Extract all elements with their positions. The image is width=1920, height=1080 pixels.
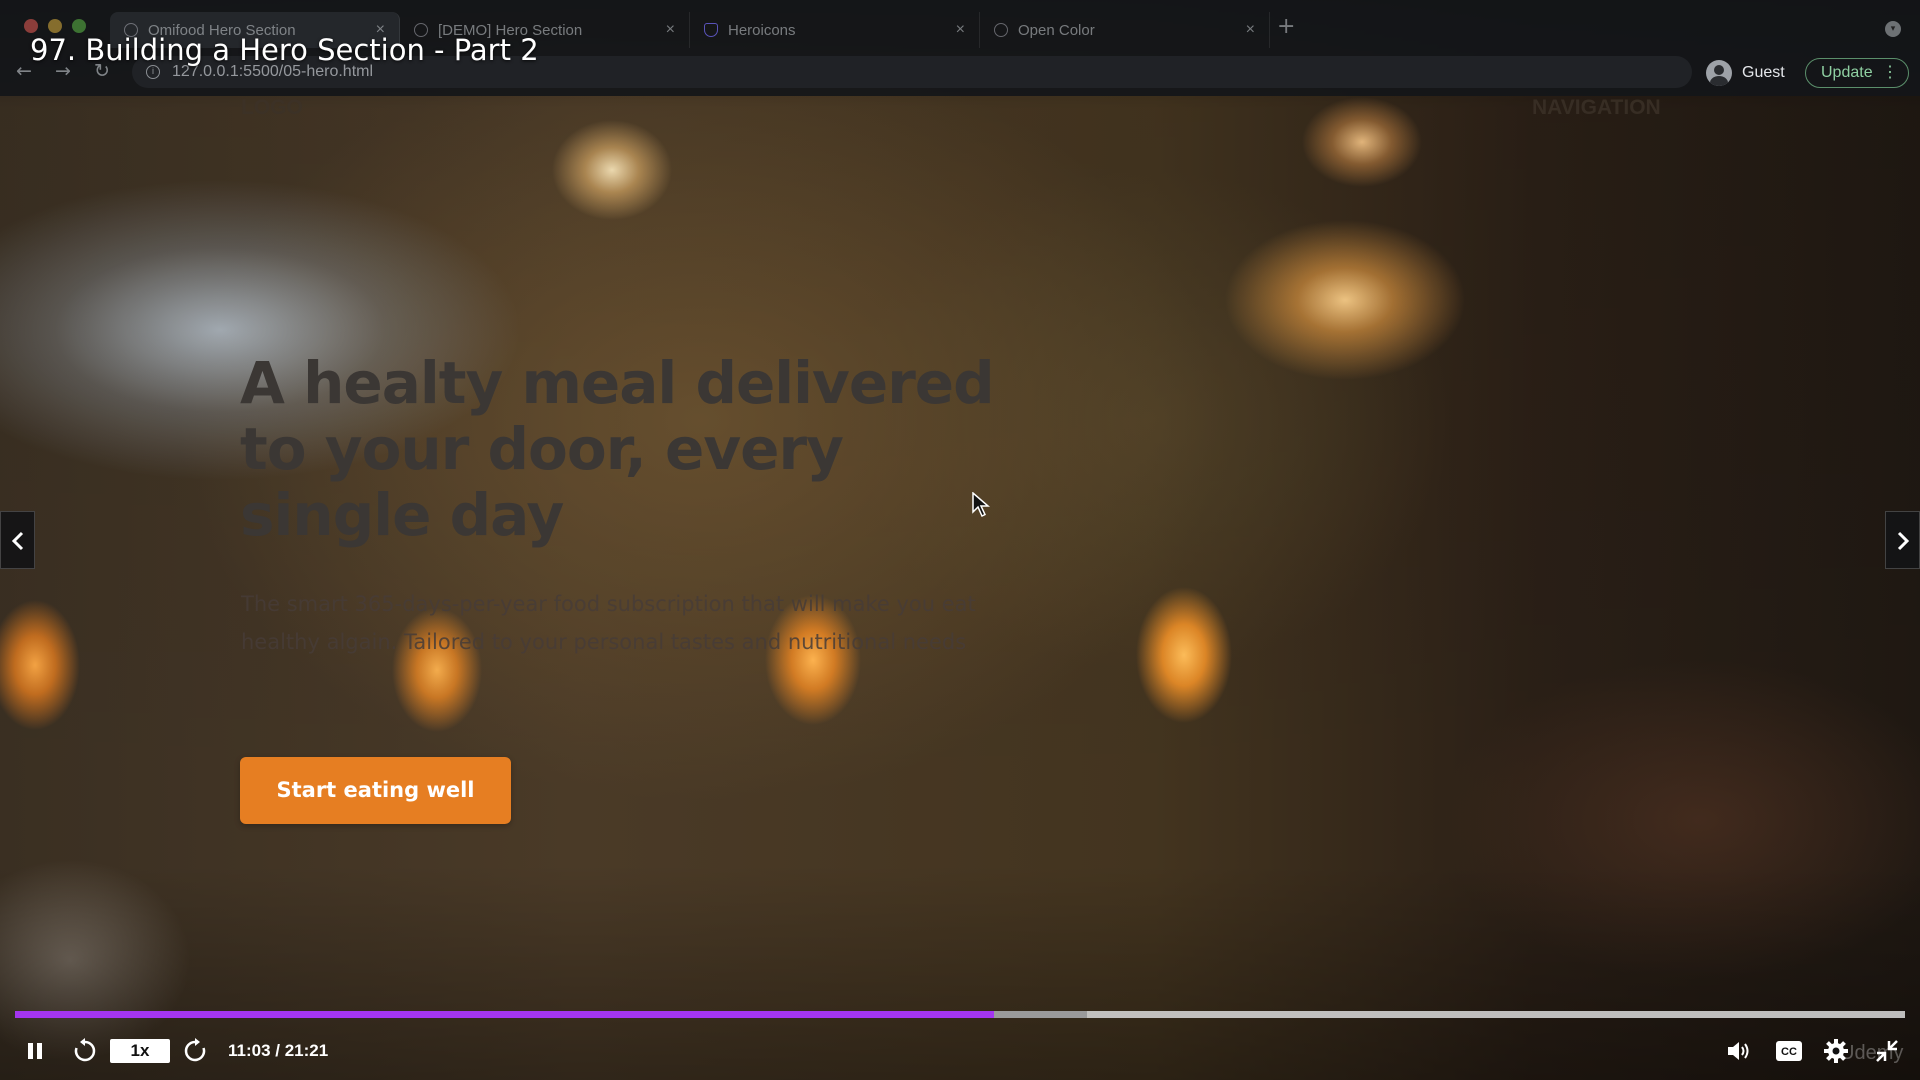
mouse-pointer-icon	[972, 492, 990, 518]
time-display: 11:03 / 21:21	[228, 1041, 329, 1060]
rewind-5-icon	[74, 1038, 96, 1062]
progress-bar[interactable]	[15, 1011, 1905, 1018]
tab-close-icon: ×	[665, 21, 675, 38]
browser-tab: Heroicons ×	[690, 12, 980, 48]
start-eating-well-button: Start eating well	[240, 757, 511, 824]
chevron-left-icon	[11, 531, 24, 551]
next-lecture-button[interactable]	[1885, 511, 1920, 569]
update-label: Update	[1821, 64, 1873, 81]
pause-button[interactable]	[22, 1030, 48, 1072]
tab-search-icon: ▾	[1885, 21, 1901, 37]
volume-icon	[1728, 1042, 1749, 1060]
svg-text:CC: CC	[1781, 1046, 1797, 1058]
profile-name: Guest	[1742, 64, 1785, 81]
captions-icon: CC	[1776, 1041, 1802, 1061]
hero-heading: A healty meal delivered to your door, ev…	[240, 349, 995, 549]
tab-close-icon: ×	[1245, 21, 1255, 38]
kebab-menu-icon: ⋮	[1882, 64, 1898, 81]
page-navigation-placeholder: NAVIGATION	[1532, 96, 1661, 119]
forward-5-icon	[184, 1038, 206, 1062]
playback-speed-button[interactable]: 1x	[110, 1039, 170, 1063]
tab-title: Heroicons	[728, 21, 796, 39]
browser-tab: Open Color ×	[980, 12, 1270, 48]
tab-close-icon: ×	[955, 21, 965, 38]
open-color-icon	[994, 23, 1008, 37]
window-close-dot	[24, 19, 38, 33]
new-tab-icon: +	[1277, 14, 1296, 39]
previous-lecture-button[interactable]	[0, 511, 35, 569]
volume-button[interactable]	[1724, 1030, 1754, 1072]
page-logo-placeholder: LOGO	[241, 96, 303, 119]
guest-avatar-icon	[1706, 60, 1732, 86]
udemy-watermark: Udemy	[1840, 1042, 1904, 1064]
played-progress	[15, 1011, 995, 1018]
captions-button[interactable]: CC	[1774, 1030, 1804, 1072]
hero-description: The smart 365-days-per-year food subscri…	[241, 592, 976, 654]
chevron-right-icon	[1897, 531, 1910, 551]
player-controls: 1x 11:03 / 21:21 CC	[0, 1030, 1920, 1072]
video-player[interactable]: Omifood Hero Section × [DEMO] Hero Secti…	[0, 0, 1920, 1080]
lecture-title: 97. Building a Hero Section - Part 2	[30, 33, 539, 67]
window-zoom-dot	[72, 19, 86, 33]
window-minimize-dot	[48, 19, 62, 33]
forward-button[interactable]	[180, 1030, 210, 1072]
info-icon: i	[146, 65, 160, 79]
pause-icon	[28, 1043, 42, 1059]
heroicons-shield-icon	[704, 23, 718, 37]
tab-title: Open Color	[1018, 21, 1095, 39]
browser-update-button: Update ⋮	[1805, 58, 1909, 88]
profile-chip: Guest	[1706, 58, 1785, 88]
rewind-button[interactable]	[70, 1030, 100, 1072]
